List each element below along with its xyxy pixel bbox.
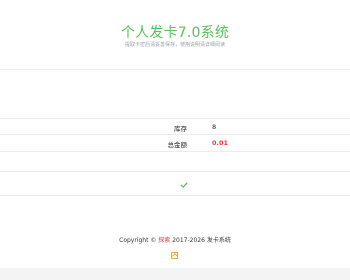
page-title: 个人发卡7.0系统 [120,25,230,41]
divider [0,171,350,172]
total-amount-value: 0.01 [212,139,229,147]
total-amount-label: 总金额 [167,141,188,149]
copyright-prefix: Copyright © [119,237,157,244]
footer-link[interactable]: 探索 [158,237,170,244]
stock-label: 库存 [174,125,187,133]
divider [0,151,350,152]
stock-value: 8 [212,123,217,131]
page: 个人发卡7.0系统 提取卡密后请妥善保存，使用说明请详细阅读 库存 8 总金额 … [0,0,350,280]
divider [0,195,350,196]
divider [0,134,350,135]
copyright-suffix: 2017-2026 发卡系统 [172,237,231,244]
divider [0,118,350,119]
check-icon [180,182,188,188]
footer-copyright: Copyright © 探索 2017-2026 发卡系统 [0,235,350,244]
back-to-top-icon[interactable] [171,252,178,259]
divider [0,69,350,70]
page-subtitle: 提取卡密后请妥善保存，使用说明请详细阅读 [124,42,225,48]
content-card: 个人发卡7.0系统 提取卡密后请妥善保存，使用说明请详细阅读 库存 8 总金额 … [0,0,350,268]
